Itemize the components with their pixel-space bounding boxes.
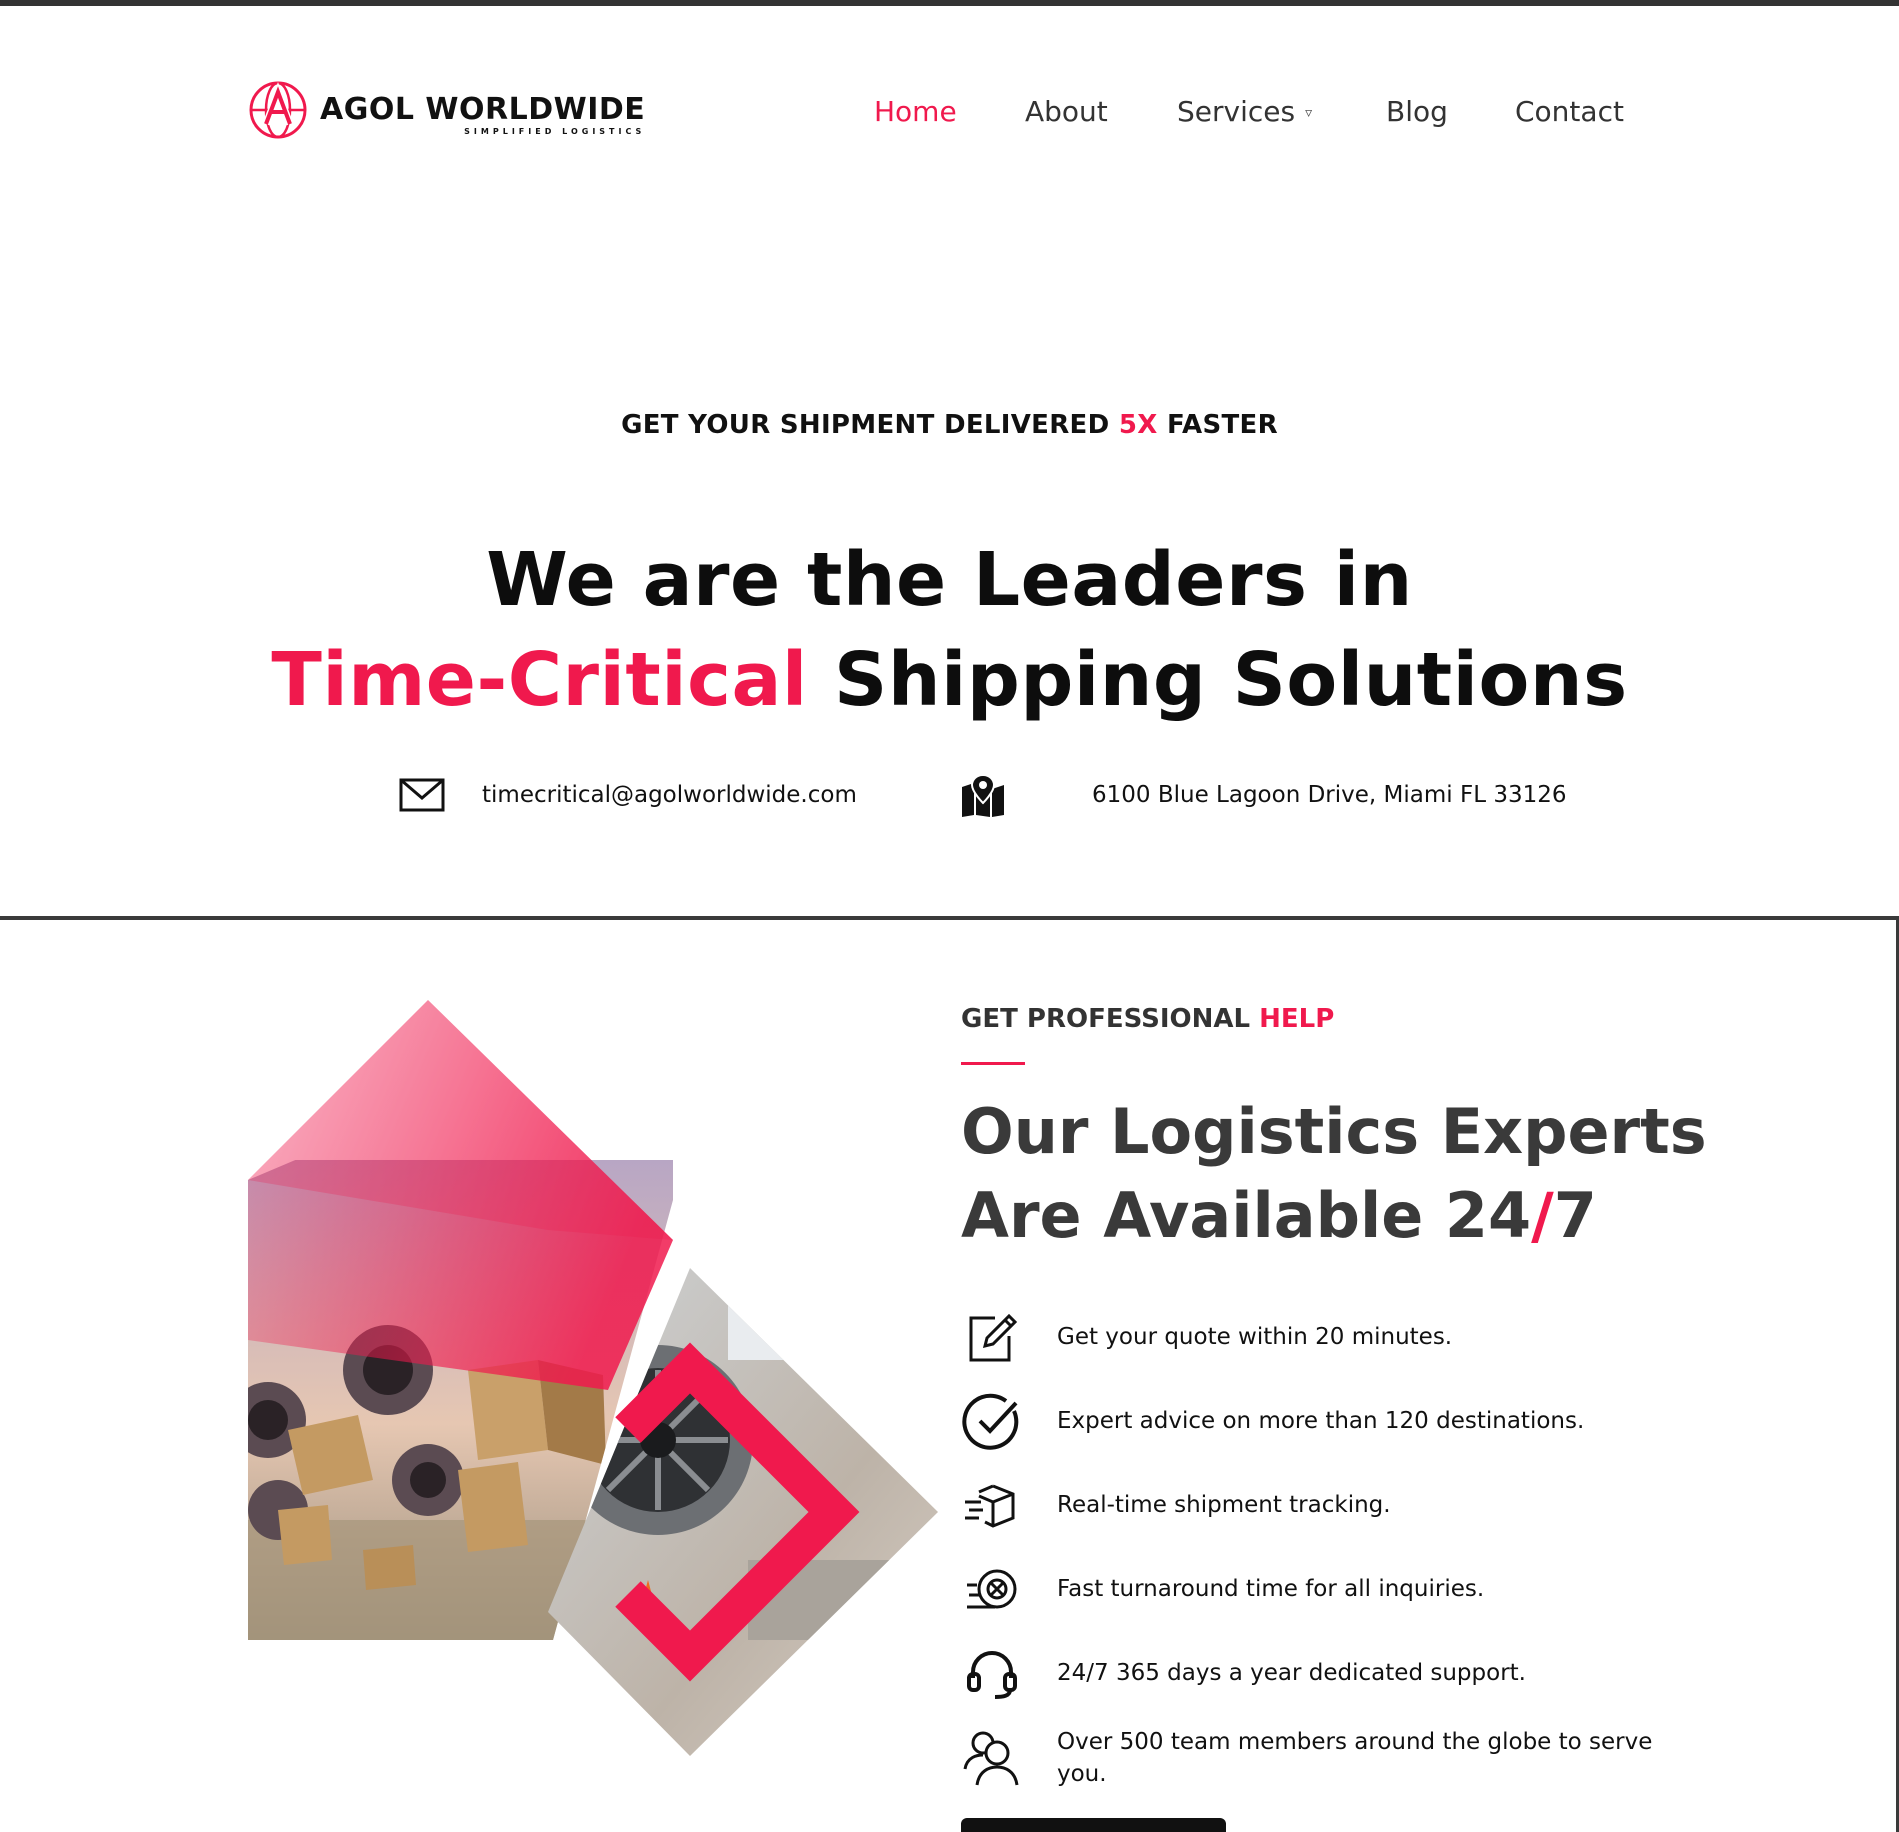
fast-turnaround-icon — [961, 1558, 1023, 1620]
nav-services[interactable]: Services ▿ — [1177, 92, 1312, 133]
section-divider — [0, 916, 1899, 920]
team-icon — [961, 1727, 1023, 1789]
hero-title-line2: Shipping Solutions — [807, 637, 1628, 723]
eyebrow-text: GET YOUR SHIPMENT DELIVERED — [621, 410, 1119, 440]
edit-icon — [961, 1306, 1023, 1368]
heading-slash: / — [1531, 1179, 1554, 1252]
nav-home[interactable]: Home — [874, 92, 957, 132]
section-heading: Our Logistics Experts Are Available 24/7 — [961, 1090, 1707, 1258]
nav-blog[interactable]: Blog — [1386, 92, 1448, 132]
hero-address: 6100 Blue Lagoon Drive, Miami FL 33126 — [960, 770, 1567, 820]
section-kicker: GET PROFESSIONAL HELP — [961, 1004, 1334, 1034]
heading-line2: Are Available 24 — [961, 1179, 1532, 1252]
hero-email[interactable]: timecritical@agolworldwide.com — [398, 770, 857, 820]
check-circle-icon — [961, 1390, 1023, 1452]
email-text[interactable]: timecritical@agolworldwide.com — [482, 782, 857, 808]
eyebrow-text-end: FASTER — [1157, 410, 1278, 440]
feature-text: Fast turnaround time for all inquiries. — [1057, 1576, 1485, 1602]
kicker-text: GET PROFESSIONAL — [961, 1004, 1260, 1034]
address-text: 6100 Blue Lagoon Drive, Miami FL 33126 — [1092, 782, 1567, 808]
nav-about[interactable]: About — [1025, 92, 1108, 132]
nav-contact[interactable]: Contact — [1515, 92, 1624, 132]
feature-text: Real-time shipment tracking. — [1057, 1492, 1391, 1518]
fast-box-icon — [961, 1474, 1023, 1536]
feature-text: Over 500 team members around the globe t… — [1057, 1729, 1653, 1787]
top-border — [0, 0, 1899, 6]
logistics-collage-image — [248, 1000, 938, 1756]
heading-line1: Our Logistics Experts — [961, 1095, 1707, 1168]
feature-text: Expert advice on more than 120 destinati… — [1057, 1408, 1585, 1434]
feature-item: Fast turnaround time for all inquiries. — [961, 1558, 1701, 1620]
nav-services-label: Services — [1177, 95, 1296, 128]
feature-text: 24/7 365 days a year dedicated support. — [1057, 1660, 1526, 1686]
feature-item: Over 500 team members around the globe t… — [961, 1726, 1701, 1790]
feature-item: 24/7 365 days a year dedicated support. — [961, 1642, 1701, 1704]
headset-icon — [961, 1642, 1023, 1704]
feature-item: Real-time shipment tracking. — [961, 1474, 1701, 1536]
envelope-icon — [399, 778, 445, 812]
feature-text: Get your quote within 20 minutes. — [1057, 1324, 1453, 1350]
hero-eyebrow: GET YOUR SHIPMENT DELIVERED 5X FASTER — [0, 410, 1899, 440]
feature-item: Get your quote within 20 minutes. — [961, 1306, 1701, 1368]
eyebrow-accent: 5X — [1118, 410, 1158, 440]
map-pin-icon — [962, 773, 1004, 817]
kicker-accent: HELP — [1259, 1004, 1335, 1034]
hero-contact-row: timecritical@agolworldwide.com 6100 Blue… — [0, 770, 1899, 820]
kicker-underline — [961, 1062, 1025, 1065]
chevron-down-icon: ▿ — [1305, 105, 1313, 121]
heading-line2-end: 7 — [1553, 1179, 1597, 1252]
feature-item: Expert advice on more than 120 destinati… — [961, 1390, 1701, 1452]
hero-title-accent: Time-Critical — [271, 637, 808, 723]
cta-button[interactable] — [961, 1818, 1226, 1832]
main-nav: Home About Services ▿ Blog Contact — [0, 92, 1899, 132]
hero-title-line1: We are the Leaders in — [486, 537, 1413, 623]
hero-title: We are the Leaders in Time-Critical Ship… — [0, 530, 1899, 730]
